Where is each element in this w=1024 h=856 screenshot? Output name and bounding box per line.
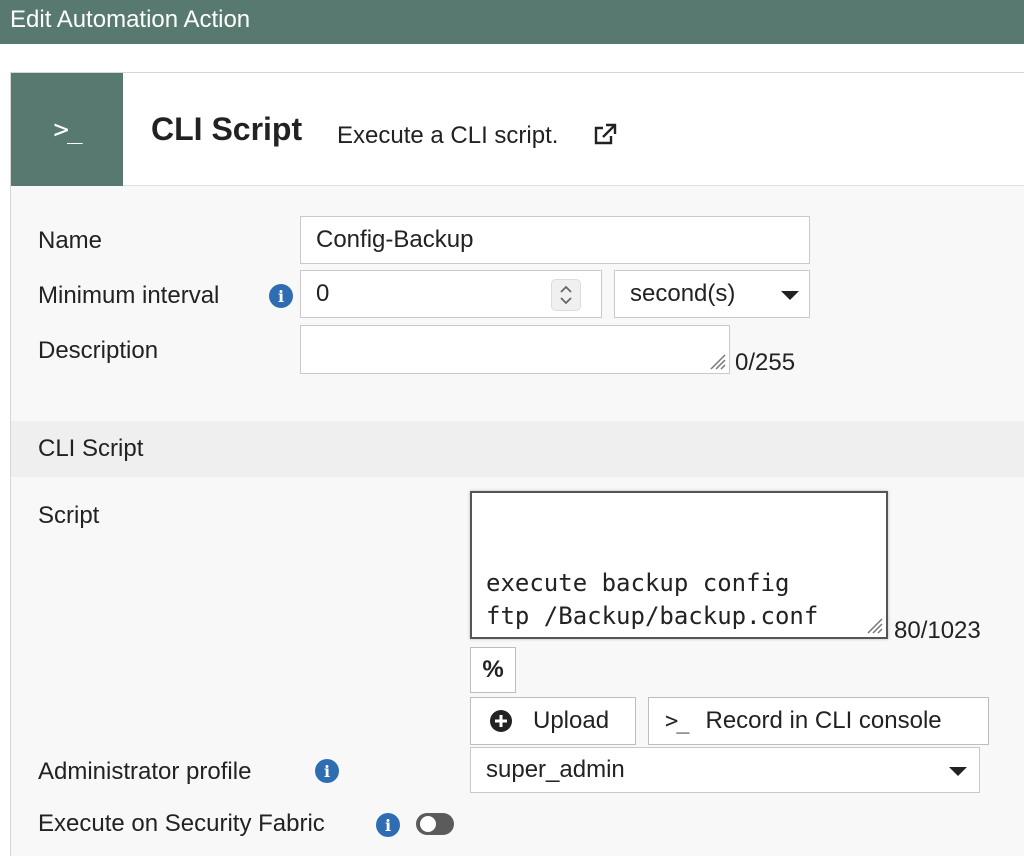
section-title: CLI Script (38, 435, 144, 462)
record-label: Record in CLI console (705, 707, 942, 734)
name-label: Name (38, 227, 103, 254)
chevron-down-icon (949, 767, 967, 776)
info-icon[interactable]: i (269, 284, 293, 308)
action-description-link[interactable]: Execute a CLI script. (337, 122, 558, 150)
stepper-arrows-icon (560, 285, 572, 305)
terminal-icon: >_ (11, 73, 123, 186)
action-panel: >_ CLI Script Execute a CLI script. Name… (10, 72, 1024, 856)
info-icon[interactable]: i (315, 759, 339, 783)
number-stepper[interactable] (551, 279, 581, 311)
info-icon[interactable]: i (376, 813, 400, 837)
action-title: CLI Script (151, 111, 303, 147)
minimum-interval-value: 0 (316, 280, 330, 307)
script-label: Script (38, 502, 100, 529)
resize-grip-icon[interactable] (705, 349, 727, 371)
resize-grip-icon[interactable] (862, 613, 884, 635)
plus-circle-icon (490, 710, 512, 732)
upload-label: Upload (533, 707, 610, 734)
minimum-interval-label: Minimum interval (38, 282, 220, 309)
administrator-profile-select[interactable]: super_admin (470, 747, 980, 793)
execute-on-security-fabric-label: Execute on Security Fabric (38, 810, 325, 837)
upload-button[interactable]: Upload (470, 697, 636, 745)
insert-variable-button[interactable]: % (470, 647, 516, 693)
description-textarea[interactable] (300, 325, 730, 374)
script-counter: 80/1023 (894, 617, 981, 644)
interval-unit-value: second(s) (630, 280, 736, 307)
script-content: execute backup config ftp /Backup/backup… (486, 569, 819, 637)
script-textarea[interactable]: execute backup config ftp /Backup/backup… (470, 491, 888, 639)
record-in-cli-console-button[interactable]: >_ Record in CLI console (648, 697, 989, 745)
action-header: >_ CLI Script Execute a CLI script. (11, 73, 1024, 186)
security-fabric-toggle[interactable] (416, 813, 454, 835)
dialog-title: Edit Automation Action (0, 0, 1024, 44)
description-label: Description (38, 337, 159, 364)
terminal-icon: >_ (665, 708, 689, 734)
administrator-profile-label: Administrator profile (38, 758, 252, 785)
administrator-profile-value: super_admin (486, 756, 625, 783)
chevron-down-icon (781, 291, 799, 300)
interval-unit-select[interactable]: second(s) (614, 270, 810, 318)
toggle-knob (420, 816, 436, 832)
minimum-interval-input[interactable]: 0 (300, 270, 602, 318)
description-counter: 0/255 (735, 349, 796, 376)
name-input[interactable]: Config-Backup (300, 216, 810, 264)
cli-script-section-header: CLI Script (11, 421, 1024, 477)
external-link-icon[interactable] (591, 121, 619, 149)
